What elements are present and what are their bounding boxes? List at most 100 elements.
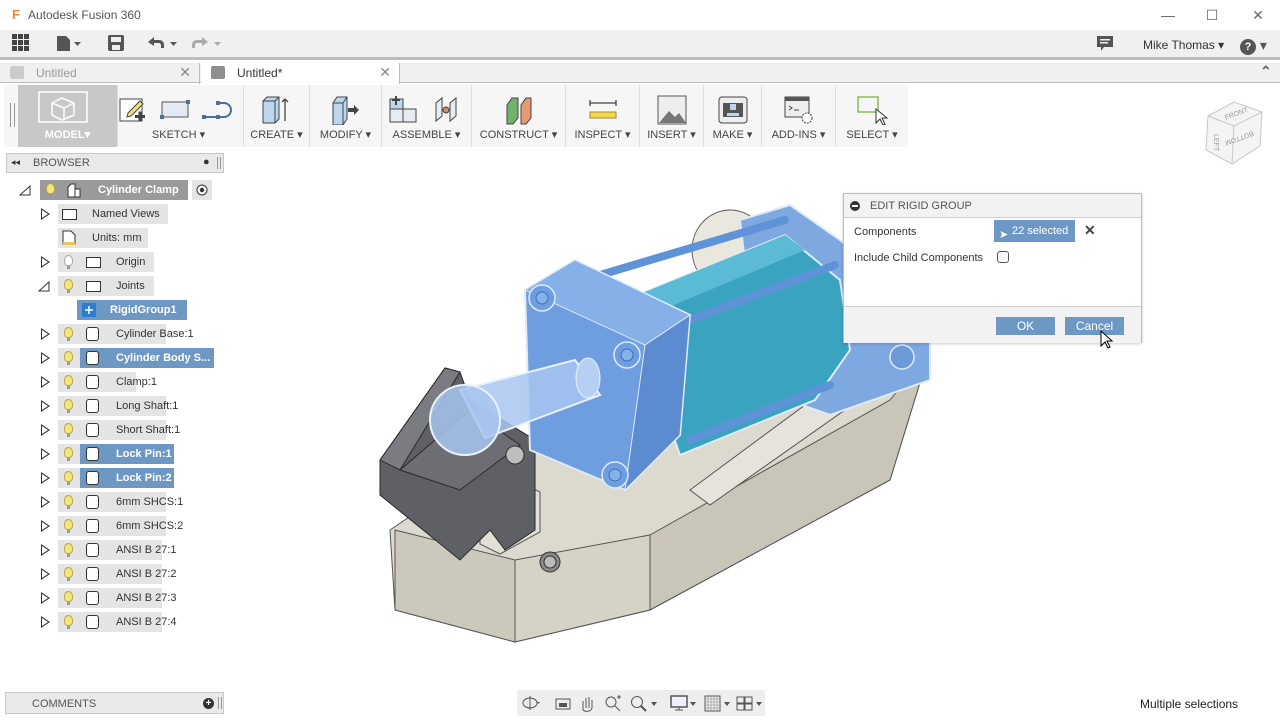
collapse-browser-icon[interactable]: ◂◂ — [11, 157, 20, 168]
visibility-bulb-off-icon[interactable] — [64, 255, 73, 269]
visibility-bulb-icon[interactable] — [64, 279, 73, 293]
component-node[interactable]: Cylinder Base:1 — [80, 324, 194, 344]
pan-button[interactable] — [577, 694, 597, 712]
visibility-bulb-icon[interactable] — [64, 543, 73, 557]
make-group[interactable]: MAKE ▾ — [704, 85, 762, 147]
visibility-bulb-icon[interactable] — [64, 615, 73, 629]
display-settings-button[interactable] — [669, 694, 699, 712]
assemble-group[interactable]: ASSEMBLE ▾ — [382, 85, 472, 147]
visibility-bulb-icon[interactable] — [64, 567, 73, 581]
expanded-triangle-icon[interactable] — [38, 281, 50, 292]
grid-settings-button[interactable] — [703, 694, 733, 712]
tree-item[interactable]: Short Shaft:1 — [0, 420, 230, 440]
tree-item[interactable]: Clamp:1 — [0, 372, 230, 392]
expand-triangle-icon[interactable] — [41, 520, 50, 532]
tree-item[interactable]: RigidGroup1 — [0, 300, 230, 320]
expand-triangle-icon[interactable] — [41, 328, 50, 340]
expand-triangle-icon[interactable] — [41, 400, 50, 412]
clear-selection-icon[interactable]: ✕ — [1084, 222, 1096, 239]
visibility-bulb-icon[interactable] — [64, 351, 73, 365]
collapse-dialog-icon[interactable] — [850, 201, 860, 211]
expand-triangle-icon[interactable] — [41, 496, 50, 508]
component-node[interactable]: Lock Pin:1 — [80, 444, 174, 464]
tab-untitled-active[interactable]: Untitled* ✕ — [201, 63, 400, 84]
component-node[interactable]: Long Shaft:1 — [80, 396, 178, 416]
visibility-bulb-icon[interactable] — [64, 447, 73, 461]
close-tab-icon[interactable]: ✕ — [179, 63, 191, 82]
workspace-switcher[interactable]: MODEL▾ — [18, 85, 118, 147]
zoom-window-button[interactable] — [603, 694, 623, 712]
insert-group[interactable]: INSERT ▾ — [640, 85, 704, 147]
collapse-tabs-icon[interactable]: ⌃ — [1260, 63, 1272, 80]
modify-group[interactable]: MODIFY ▾ — [310, 85, 382, 147]
comments-toggle-button[interactable] — [1096, 34, 1116, 56]
tab-untitled[interactable]: Untitled ✕ — [0, 63, 200, 84]
tree-item[interactable]: 6mm SHCS:1 — [0, 492, 230, 512]
tree-item[interactable]: Cylinder Body S... — [0, 348, 230, 368]
create-group[interactable]: CREATE ▾ — [244, 85, 310, 147]
cancel-button[interactable]: Cancel — [1065, 317, 1124, 335]
component-node[interactable]: ANSI B 27:1 — [80, 540, 177, 560]
panel-grip[interactable] — [218, 697, 222, 709]
visibility-bulb-icon[interactable] — [64, 375, 73, 389]
tree-item[interactable]: Joints — [0, 276, 230, 296]
component-node[interactable]: Short Shaft:1 — [80, 420, 180, 440]
add-comment-icon[interactable]: + — [203, 698, 214, 709]
expand-triangle-icon[interactable] — [41, 616, 50, 628]
data-panel-button[interactable] — [12, 34, 32, 56]
expand-triangle-icon[interactable] — [41, 448, 50, 460]
user-menu[interactable]: Mike Thomas ▾ — [1143, 34, 1224, 56]
component-node[interactable]: Cylinder Body S... — [80, 348, 214, 368]
expand-triangle-icon[interactable] — [41, 424, 50, 436]
inspect-group[interactable]: INSPECT ▾ — [566, 85, 640, 147]
components-selection-button[interactable]: ➤ 22 selected — [994, 220, 1075, 242]
tree-item[interactable]: Lock Pin:1 — [0, 444, 230, 464]
visibility-bulb-icon[interactable] — [64, 399, 73, 413]
tree-root[interactable]: Cylinder Clamp — [0, 180, 230, 200]
minimize-button[interactable]: — — [1146, 4, 1190, 26]
visibility-bulb-icon[interactable] — [64, 591, 73, 605]
close-window-button[interactable]: ✕ — [1236, 4, 1280, 26]
tree-item[interactable]: ANSI B 27:3 — [0, 588, 230, 608]
viewports-button[interactable] — [735, 694, 765, 712]
visibility-bulb-icon[interactable] — [64, 327, 73, 341]
visibility-bulb-icon[interactable] — [64, 423, 73, 437]
visibility-bulb-icon[interactable] — [64, 495, 73, 509]
zoom-button[interactable] — [629, 694, 659, 712]
look-at-button[interactable] — [553, 694, 573, 712]
root-component-node[interactable]: Cylinder Clamp — [40, 180, 188, 200]
component-node[interactable]: ANSI B 27:4 — [80, 612, 177, 632]
tree-item[interactable]: ANSI B 27:2 — [0, 564, 230, 584]
tree-item[interactable]: Named Views — [0, 204, 230, 224]
tree-item[interactable]: ANSI B 27:1 — [0, 540, 230, 560]
sketch-group[interactable]: SKETCH ▾ — [114, 85, 244, 147]
activate-component-button[interactable] — [192, 180, 212, 200]
tree-item[interactable]: Cylinder Base:1 — [0, 324, 230, 344]
tree-item[interactable]: ANSI B 27:4 — [0, 612, 230, 632]
comments-panel[interactable]: COMMENTS + — [5, 692, 224, 714]
expanded-triangle-icon[interactable] — [19, 185, 31, 196]
pin-icon[interactable]: ● — [203, 156, 210, 168]
select-group[interactable]: SELECT ▾ — [836, 85, 908, 147]
redo-button[interactable] — [190, 34, 224, 56]
visibility-bulb-icon[interactable] — [64, 519, 73, 533]
expand-triangle-icon[interactable] — [41, 592, 50, 604]
visibility-bulb-icon[interactable] — [64, 471, 73, 485]
component-node[interactable]: 6mm SHCS:1 — [80, 492, 183, 512]
tree-item[interactable]: Long Shaft:1 — [0, 396, 230, 416]
save-button[interactable] — [107, 34, 125, 56]
maximize-button[interactable]: ☐ — [1190, 4, 1234, 26]
orbit-button[interactable] — [521, 694, 541, 712]
expand-triangle-icon[interactable] — [41, 208, 50, 220]
expand-triangle-icon[interactable] — [41, 352, 50, 364]
include-child-checkbox[interactable] — [997, 251, 1009, 263]
component-node[interactable]: Clamp:1 — [80, 372, 157, 392]
component-node[interactable]: ANSI B 27:2 — [80, 564, 177, 584]
expand-triangle-icon[interactable] — [41, 256, 50, 268]
help-menu-button[interactable]: ? ▾ — [1240, 34, 1272, 56]
file-menu-button[interactable] — [56, 34, 86, 56]
viewcube-left-label[interactable]: LEFT — [1212, 134, 1219, 152]
expand-triangle-icon[interactable] — [41, 544, 50, 556]
component-node[interactable]: 6mm SHCS:2 — [80, 516, 183, 536]
construct-group[interactable]: CONSTRUCT ▾ — [472, 85, 566, 147]
